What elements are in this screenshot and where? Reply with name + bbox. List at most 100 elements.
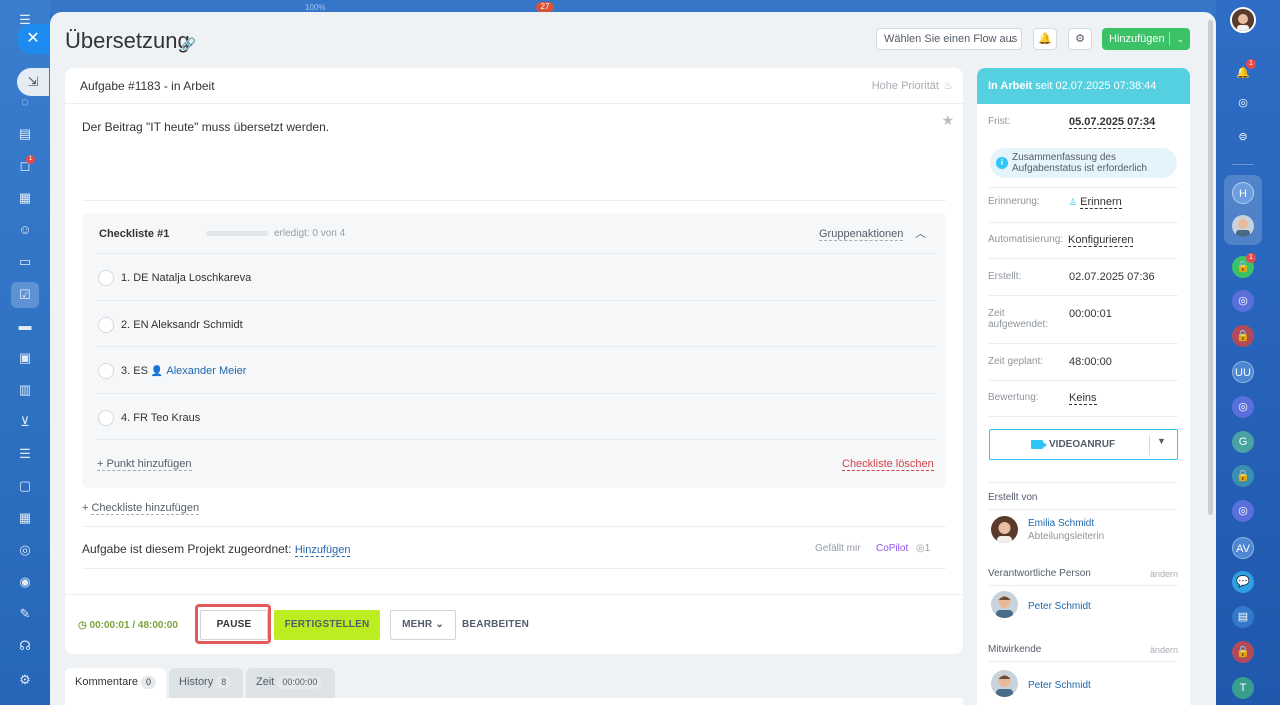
delete-checklist-link[interactable]: Checkliste löschen <box>842 458 934 471</box>
add-checklist-link[interactable]: + Checkliste hinzufügen <box>82 502 200 515</box>
avatar[interactable] <box>991 591 1018 618</box>
search-chat-icon[interactable]: ⊜ <box>1232 126 1254 148</box>
marketing-icon[interactable]: ▢ <box>17 478 33 494</box>
lock-icon[interactable]: 🔒 <box>1232 465 1254 487</box>
finish-button[interactable]: FERTIGSTELLEN <box>274 610 380 640</box>
feed-icon[interactable]: ▤ <box>17 126 33 142</box>
close-icon[interactable]: ✕ <box>17 24 49 54</box>
checklist-item-label[interactable]: 4. FR Teo Kraus <box>121 412 200 424</box>
chat-bubble-icon[interactable]: 💬 <box>1232 571 1254 593</box>
documents-icon[interactable]: ▭ <box>17 254 33 270</box>
fire-icon[interactable]: ♨ <box>943 79 953 92</box>
chat-avatar[interactable]: H <box>1232 182 1254 204</box>
group-actions-link[interactable]: Gruppenaktionen <box>819 228 904 241</box>
reminder-link[interactable]: ♙ Erinnern <box>1069 196 1122 209</box>
copy-link-icon[interactable]: 🔗 <box>181 37 196 51</box>
scrollbar[interactable] <box>1208 20 1213 515</box>
checklist-item-label-wrap[interactable]: 3. ES 👤 Alexander Meier <box>121 365 246 377</box>
add-project-link[interactable]: Hinzufügen <box>294 544 351 557</box>
activity-icon[interactable]: ◌ <box>17 94 33 110</box>
crm-icon[interactable]: ▬ <box>17 318 33 334</box>
chat-avatar[interactable]: AV <box>1232 537 1254 559</box>
lock-icon[interactable]: 🔒 <box>1232 325 1254 347</box>
edit-button[interactable]: BEARBEITEN <box>462 610 529 640</box>
flow-select[interactable]: Wählen Sie einen Flow aus ⌄ <box>876 28 1022 50</box>
lock-badge: 1 <box>1246 253 1256 263</box>
copilot-button[interactable]: CoPilot <box>876 543 908 554</box>
automation-icon[interactable]: ◎ <box>17 542 33 558</box>
chat-avatar[interactable] <box>1232 215 1254 237</box>
analytics-icon[interactable]: ▥ <box>17 382 33 398</box>
copilot-icon[interactable]: ◎ <box>1232 92 1254 114</box>
divider <box>988 509 1178 510</box>
checklist-item-label[interactable]: 1. DE Natalja Loschkareva <box>121 272 251 284</box>
participant-name[interactable]: Peter Schmidt <box>1028 680 1091 691</box>
copilot-chat-icon[interactable]: ◎ <box>1232 290 1254 312</box>
creator-name[interactable]: Emilia Schmidt <box>1028 518 1094 529</box>
sales-icon[interactable]: ☰ <box>17 446 33 462</box>
priority-label[interactable]: Hohe Priorität <box>872 80 939 92</box>
task-header: Aufgabe #1183 - in Arbeit Hohe Priorität… <box>65 68 963 104</box>
chat-avatar[interactable]: T <box>1232 677 1254 699</box>
like-button[interactable]: Gefällt mir <box>815 543 861 554</box>
deadline-value[interactable]: 05.07.2025 07:34 <box>1069 116 1156 129</box>
avatar[interactable] <box>991 516 1018 543</box>
participants-title: Mitwirkende <box>988 644 1042 655</box>
tab-time[interactable]: Zeit 00:00:00 <box>246 668 335 698</box>
checklist-item-label: 3. ES <box>121 365 148 377</box>
checkbox[interactable] <box>98 363 114 379</box>
tab-label: Kommentare <box>75 676 138 688</box>
divider <box>988 482 1178 483</box>
checklist-item-label[interactable]: 2. EN Aleksandr Schmidt <box>121 319 243 331</box>
checkbox[interactable] <box>98 270 114 286</box>
change-participants-link[interactable]: ändern <box>1150 645 1178 655</box>
lock-icon[interactable]: 🔒 <box>1232 641 1254 663</box>
project-row: Aufgabe ist diesem Projekt zugeordnet: H… <box>82 542 351 557</box>
signature-icon[interactable]: ✎ <box>17 606 33 622</box>
sites-icon[interactable]: ▦ <box>17 510 33 526</box>
pin-icon[interactable]: ⇲ <box>17 68 49 96</box>
caret-down-icon[interactable]: ▼ <box>1157 436 1166 446</box>
checkbox[interactable] <box>98 410 114 426</box>
copilot-chat-icon[interactable]: ◎ <box>1232 396 1254 418</box>
responsible-name[interactable]: Peter Schmidt <box>1028 601 1091 612</box>
chevron-up-icon[interactable]: ︿ <box>915 225 926 241</box>
checklist-title[interactable]: Checkliste #1 <box>99 228 169 240</box>
contact-card-icon[interactable]: ▤ <box>1232 606 1254 628</box>
change-responsible-link[interactable]: ändern <box>1150 569 1178 579</box>
tab-history[interactable]: History 8 <box>169 668 243 698</box>
user-avatar[interactable] <box>1230 7 1256 33</box>
timer[interactable]: ◷ 00:00:01 / 48:00:00 <box>78 620 178 631</box>
more-button[interactable]: MEHR ⌄ <box>390 610 456 640</box>
bell-icon[interactable]: 🔔 <box>1033 28 1057 50</box>
headset-icon[interactable]: ☊ <box>17 638 33 654</box>
automation-value[interactable]: Konfigurieren <box>1068 234 1134 247</box>
video-call-button[interactable]: VIDEOANRUF ▼ <box>989 429 1178 460</box>
rating-value[interactable]: Keins <box>1069 392 1097 405</box>
checkbox[interactable] <box>98 317 114 333</box>
star-icon[interactable]: ★ <box>941 112 954 129</box>
copilot-chat-icon[interactable]: ◎ <box>1232 500 1254 522</box>
gear-icon[interactable]: ⚙ <box>1068 28 1092 50</box>
project-text: Aufgabe ist diesem Projekt zugeordnet: <box>82 542 292 556</box>
more-label: MEHR <box>402 619 433 630</box>
add-button[interactable]: Hinzufügen ⌄ <box>1102 28 1190 50</box>
checklist-person-link[interactable]: Alexander Meier <box>166 365 246 377</box>
pause-button[interactable]: PAUSE <box>200 610 268 640</box>
avatar[interactable] <box>991 670 1018 697</box>
add-item-link[interactable]: + Punkt hinzufügen <box>97 458 192 471</box>
target-icon[interactable]: ◉ <box>17 574 33 590</box>
tab-comments[interactable]: Kommentare 0 <box>65 668 166 698</box>
chat-avatar[interactable]: UU <box>1232 361 1254 383</box>
calendar-icon[interactable]: ▦ <box>17 190 33 206</box>
time-planned-label: Zeit geplant: <box>988 356 1044 367</box>
projects-icon[interactable]: ▣ <box>17 350 33 366</box>
contacts-icon[interactable]: ☺ <box>17 222 33 238</box>
tasks-icon[interactable]: ☑ <box>17 287 33 303</box>
bell-icon: ♙ <box>1069 197 1078 207</box>
chat-avatar[interactable]: G <box>1232 431 1254 453</box>
shop-icon[interactable]: ⊻ <box>17 414 33 430</box>
add-button-label: Hinzufügen <box>1109 33 1165 45</box>
chevron-down-icon[interactable]: ⌄ <box>1176 28 1184 50</box>
settings-icon[interactable]: ⚙ <box>17 672 33 688</box>
